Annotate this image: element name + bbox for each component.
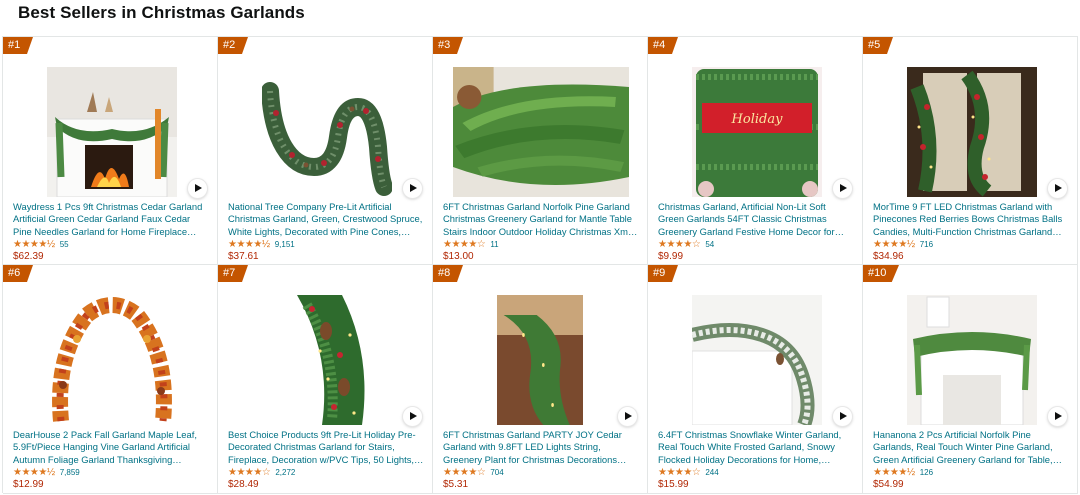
- review-count[interactable]: 55: [60, 240, 69, 249]
- play-video-button[interactable]: [403, 407, 422, 426]
- review-count[interactable]: 7,859: [60, 468, 80, 477]
- rank-badge: #5: [863, 37, 893, 54]
- product-card[interactable]: #1 Waydress 1 Pcs 9ft Christmas Cedar Ga…: [3, 37, 218, 265]
- rating[interactable]: ★★★★☆ 244: [658, 467, 719, 478]
- rank-badge: #4: [648, 37, 678, 54]
- star-rating-icon: ★★★★½: [873, 238, 915, 250]
- star-rating-icon: ★★★★½: [873, 466, 915, 478]
- page-title: Best Sellers in Christmas Garlands: [18, 3, 305, 22]
- star-rating-icon: ★★★★½: [13, 466, 55, 478]
- product-title[interactable]: Hananona 2 Pcs Artificial Norfolk Pine G…: [873, 429, 1069, 467]
- rating[interactable]: ★★★★☆ 54: [658, 239, 714, 250]
- star-rating-icon: ★★★★☆: [228, 466, 271, 478]
- play-video-button[interactable]: [403, 179, 422, 198]
- rank-badge: #6: [3, 265, 33, 282]
- play-video-button[interactable]: [188, 179, 207, 198]
- rating[interactable]: ★★★★½ 9,151: [228, 239, 295, 250]
- rating[interactable]: ★★★★☆ 704: [443, 467, 504, 478]
- product-price: $9.99: [658, 251, 684, 262]
- product-title[interactable]: National Tree Company Pre-Lit Artificial…: [228, 201, 424, 239]
- play-video-button[interactable]: [833, 407, 852, 426]
- product-card[interactable]: #10 Hananona 2 Pcs Artificial Norfolk Pi…: [863, 265, 1078, 494]
- product-title[interactable]: Waydress 1 Pcs 9ft Christmas Cedar Garla…: [13, 201, 209, 239]
- product-card[interactable]: #3 6FT Christmas Garland Norfolk Pine Ga…: [433, 37, 648, 265]
- review-count[interactable]: 126: [920, 468, 933, 477]
- product-title[interactable]: 6FT Christmas Garland PARTY JOY Cedar Ga…: [443, 429, 639, 467]
- review-count[interactable]: 54: [705, 240, 714, 249]
- rating[interactable]: ★★★★½ 716: [873, 239, 933, 250]
- star-rating-icon: ★★★★½: [228, 238, 270, 250]
- product-price: $54.99: [873, 479, 904, 490]
- rank-badge: #10: [863, 265, 899, 282]
- rating[interactable]: ★★★★½ 55: [13, 239, 69, 250]
- product-card[interactable]: #4 Holiday Christmas Garland, Artificial…: [648, 37, 863, 265]
- product-price: $15.99: [658, 479, 689, 490]
- product-price: $5.31: [443, 479, 469, 490]
- review-count[interactable]: 716: [920, 240, 933, 249]
- play-video-button[interactable]: [1048, 179, 1067, 198]
- star-rating-icon: ★★★★☆: [658, 466, 701, 478]
- play-video-button[interactable]: [618, 407, 637, 426]
- rating[interactable]: ★★★★☆ 2,272: [228, 467, 295, 478]
- product-title[interactable]: MorTime 9 FT LED Christmas Garland with …: [873, 201, 1069, 239]
- review-count[interactable]: 11: [490, 240, 498, 249]
- star-rating-icon: ★★★★☆: [443, 466, 486, 478]
- review-count[interactable]: 2,272: [275, 468, 295, 477]
- rank-badge: #9: [648, 265, 678, 282]
- product-price: $28.49: [228, 479, 259, 490]
- product-price: $13.00: [443, 251, 474, 262]
- product-card[interactable]: #9 6.4FT Christmas Snowflake Winter Garl…: [648, 265, 863, 494]
- star-rating-icon: ★★★★☆: [658, 238, 701, 250]
- product-image[interactable]: [497, 295, 583, 425]
- product-image[interactable]: [47, 295, 177, 425]
- product-price: $62.39: [13, 251, 44, 262]
- product-image[interactable]: [907, 67, 1037, 197]
- rank-badge: #3: [433, 37, 463, 54]
- product-title[interactable]: DearHouse 2 Pack Fall Garland Maple Leaf…: [13, 429, 209, 467]
- play-video-button[interactable]: [833, 179, 852, 198]
- product-image[interactable]: [692, 295, 822, 425]
- bestseller-grid: #1 Waydress 1 Pcs 9ft Christmas Cedar Ga…: [2, 36, 1078, 494]
- rating[interactable]: ★★★★½ 7,859: [13, 467, 80, 478]
- review-count[interactable]: 244: [705, 468, 718, 477]
- review-count[interactable]: 9,151: [275, 240, 295, 249]
- star-rating-icon: ★★★★☆: [443, 238, 486, 250]
- product-price: $37.61: [228, 251, 259, 262]
- product-image[interactable]: [47, 67, 177, 197]
- product-title[interactable]: 6.4FT Christmas Snowflake Winter Garland…: [658, 429, 854, 467]
- product-image[interactable]: [907, 295, 1037, 425]
- review-count[interactable]: 704: [490, 468, 503, 477]
- product-title[interactable]: 6FT Christmas Garland Norfolk Pine Garla…: [443, 201, 639, 239]
- star-rating-icon: ★★★★½: [13, 238, 55, 250]
- product-card[interactable]: #7 Best Choice Products 9ft Pre-Lit Holi…: [218, 265, 433, 494]
- rank-badge: #7: [218, 265, 248, 282]
- product-card[interactable]: #8 6FT Christmas Garland PARTY JOY Cedar…: [433, 265, 648, 494]
- product-image[interactable]: [453, 67, 629, 197]
- product-image[interactable]: Holiday: [692, 67, 822, 197]
- rank-badge: #1: [3, 37, 33, 54]
- product-card[interactable]: #5 MorTime 9 FT LED Christmas Garland wi…: [863, 37, 1078, 265]
- product-price: $12.99: [13, 479, 44, 490]
- rating[interactable]: ★★★★½ 126: [873, 467, 933, 478]
- product-price: $34.96: [873, 251, 904, 262]
- product-image[interactable]: [262, 295, 392, 425]
- product-title[interactable]: Christmas Garland, Artificial Non-Lit So…: [658, 201, 854, 239]
- play-video-button[interactable]: [1048, 407, 1067, 426]
- product-card[interactable]: #6 DearHouse 2 Pack Fall Garland Maple L…: [3, 265, 218, 494]
- product-card[interactable]: #2 National Tree Company Pre-Lit Artific…: [218, 37, 433, 265]
- svg-text:Holiday: Holiday: [731, 112, 784, 127]
- product-image[interactable]: [262, 67, 392, 197]
- rank-badge: #2: [218, 37, 248, 54]
- product-title[interactable]: Best Choice Products 9ft Pre-Lit Holiday…: [228, 429, 424, 467]
- rank-badge: #8: [433, 265, 463, 282]
- rating[interactable]: ★★★★☆ 11: [443, 239, 499, 250]
